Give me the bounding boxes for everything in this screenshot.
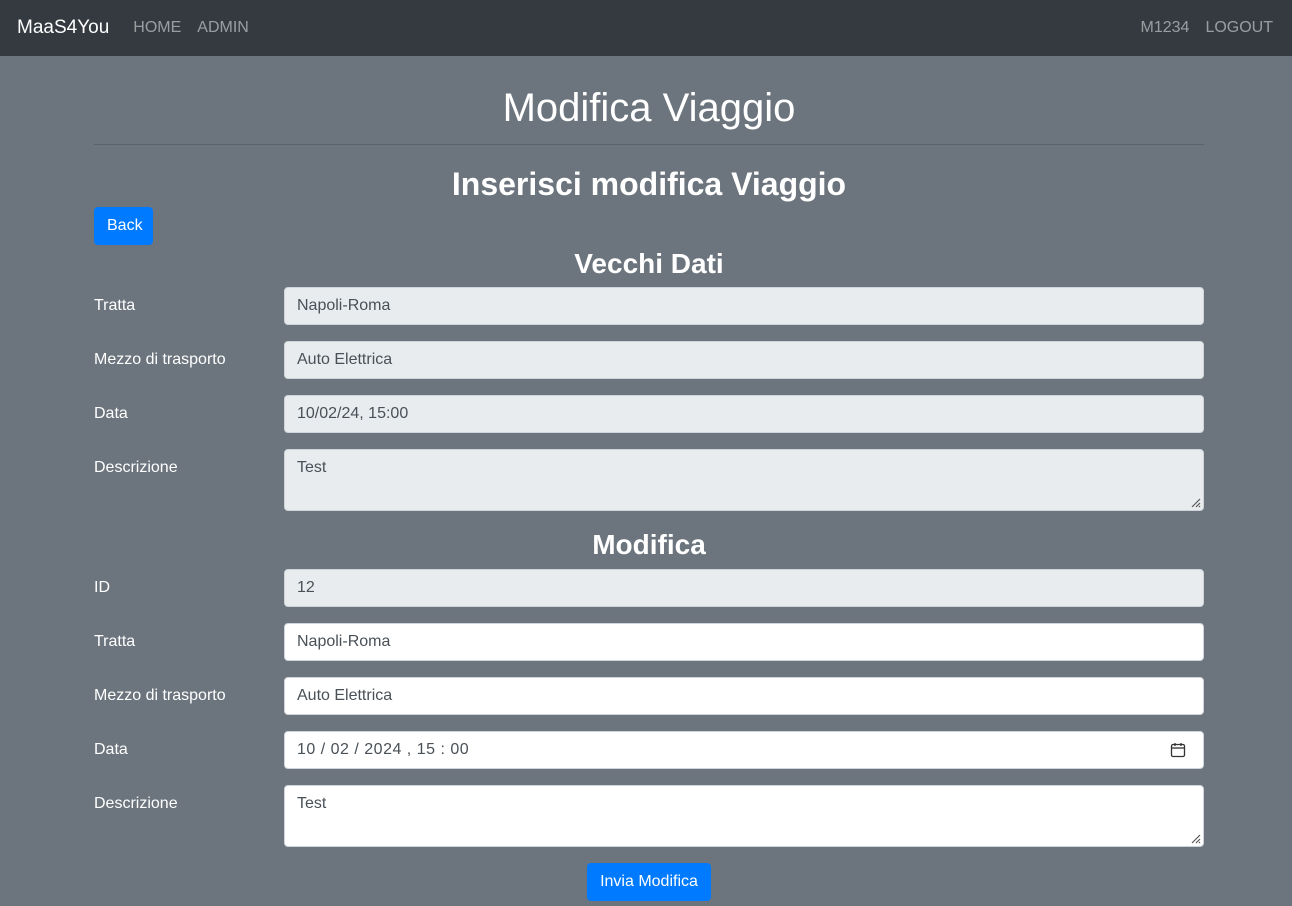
calendar-icon[interactable] (1170, 742, 1186, 758)
old-tratta-field: Napoli-Roma (284, 287, 1204, 325)
old-descrizione-text: Test (297, 459, 327, 476)
submit-wrap: Invia Modifica (94, 863, 1204, 901)
resize-grip-icon[interactable] (1189, 832, 1201, 844)
divider (94, 144, 1204, 145)
old-data-field: 10/02/24, 15:00 (284, 395, 1204, 433)
nav-admin-link[interactable]: ADMIN (197, 19, 249, 37)
old-mezzo-row: Mezzo di trasporto Auto Elettrica (94, 341, 1204, 379)
old-tratta-label: Tratta (94, 297, 136, 314)
old-descrizione-label: Descrizione (94, 459, 178, 476)
old-tratta-row: Tratta Napoli-Roma (94, 287, 1204, 325)
logout-link[interactable]: LOGOUT (1205, 19, 1273, 37)
old-mezzo-label: Mezzo di trasporto (94, 351, 226, 368)
edit-tratta-label: Tratta (94, 633, 136, 650)
old-descrizione-field: Test (284, 449, 1204, 511)
nav-left: MaaS4You HOME ADMIN (17, 17, 265, 39)
edit-data-value: 10 / 02 / 2024 , 15 : 00 (297, 741, 470, 758)
edit-descrizione-input[interactable]: Test (284, 785, 1204, 847)
edit-data-input[interactable]: 10 / 02 / 2024 , 15 : 00 (284, 731, 1204, 769)
old-data-title: Vecchi Dati (574, 248, 724, 279)
edit-title: Modifica (592, 529, 706, 560)
user-link[interactable]: M1234 (1141, 19, 1190, 37)
nav-right: M1234 LOGOUT (1141, 19, 1273, 37)
old-data-row: Data 10/02/24, 15:00 (94, 395, 1204, 433)
submit-button[interactable]: Invia Modifica (587, 863, 711, 901)
main-container: Modifica Viaggio Inserisci modifica Viag… (94, 56, 1204, 901)
navbar: MaaS4You HOME ADMIN M1234 LOGOUT (0, 0, 1292, 56)
brand-logo[interactable]: MaaS4You (17, 17, 109, 39)
resize-grip-icon[interactable] (1189, 496, 1201, 508)
old-mezzo-field: Auto Elettrica (284, 341, 1204, 379)
edit-mezzo-input[interactable]: Auto Elettrica (284, 677, 1204, 715)
edit-id-field: 12 (284, 569, 1204, 607)
edit-tratta-input[interactable]: Napoli-Roma (284, 623, 1204, 661)
back-button[interactable]: Back (94, 207, 153, 245)
page-subtitle: Inserisci modifica Viaggio (451, 166, 847, 202)
edit-id-label: ID (94, 579, 110, 596)
old-descrizione-row: Descrizione Test (94, 449, 1204, 511)
edit-mezzo-label: Mezzo di trasporto (94, 687, 226, 704)
edit-mezzo-row: Mezzo di trasporto Auto Elettrica (94, 677, 1204, 715)
edit-tratta-row: Tratta Napoli-Roma (94, 623, 1204, 661)
nav-home-link[interactable]: HOME (133, 19, 181, 37)
page-title: Modifica Viaggio (502, 86, 796, 130)
edit-data-label: Data (94, 741, 128, 758)
edit-id-row: ID 12 (94, 569, 1204, 607)
edit-descrizione-label: Descrizione (94, 795, 178, 812)
edit-data-row: Data 10 / 02 / 2024 , 15 : 00 (94, 731, 1204, 769)
edit-descrizione-text: Test (297, 795, 327, 812)
old-data-label: Data (94, 405, 128, 422)
edit-descrizione-row: Descrizione Test (94, 785, 1204, 847)
